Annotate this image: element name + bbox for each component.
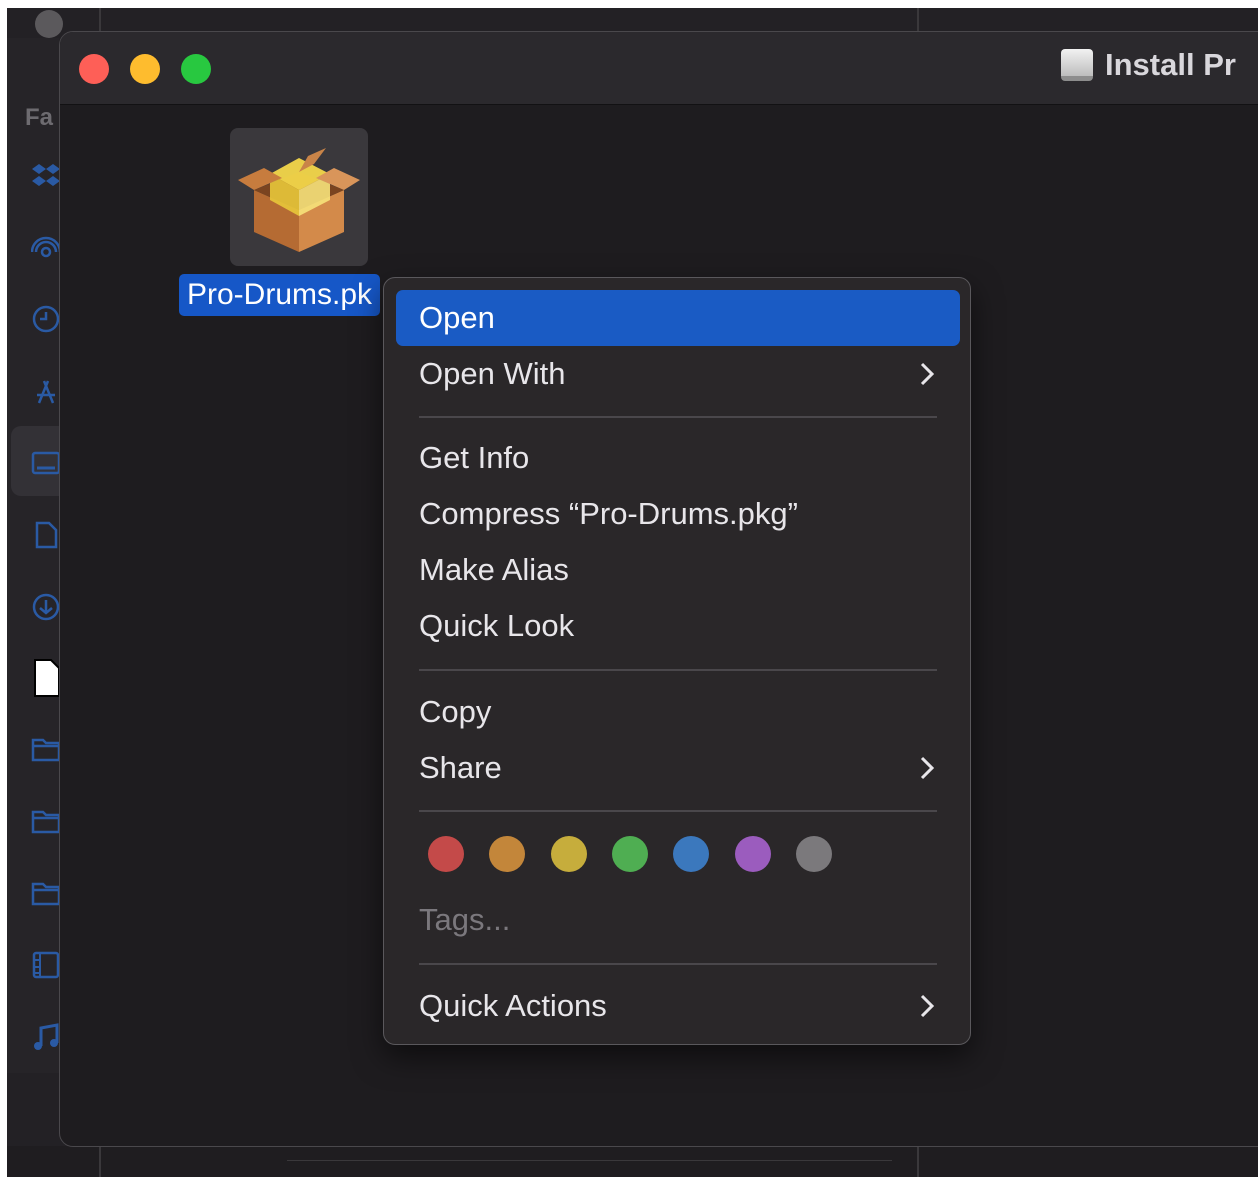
tag-red-button[interactable] [428,836,464,872]
title-bar[interactable]: Install Pr [60,32,1258,105]
menu-item-label: Compress “Pro-Drums.pkg” [419,496,798,531]
context-menu: Open Open With Get Info Compress “Pro-Dr… [383,277,971,1045]
menu-item-compress[interactable]: Compress “Pro-Drums.pkg” [396,486,960,542]
divider [99,1146,101,1177]
menu-item-label: Get Info [419,440,530,475]
downloads-icon[interactable] [31,592,61,622]
folder-icon[interactable] [31,734,61,764]
window-title: Install Pr [1061,47,1236,83]
menu-item-open[interactable]: Open [396,290,960,346]
menu-separator [419,669,937,671]
applications-icon[interactable] [31,376,61,406]
divider [287,1160,892,1161]
desktop-icon[interactable] [31,448,61,478]
menu-item-label: Copy [419,694,492,729]
menu-item-label: Quick Look [419,608,575,643]
movies-icon[interactable] [31,950,61,980]
chevron-right-icon [918,740,936,815]
menu-item-quick-look[interactable]: Quick Look [396,598,960,654]
tag-orange-button[interactable] [489,836,525,872]
recents-icon[interactable] [31,304,61,334]
documents-icon[interactable] [31,520,61,550]
menu-item-quick-actions[interactable]: Quick Actions [396,978,960,1034]
tag-purple-button[interactable] [735,836,771,872]
background-window-footer [7,1146,1258,1177]
tag-green-button[interactable] [612,836,648,872]
folder-icon[interactable] [31,878,61,908]
menu-item-label: Open With [419,356,566,391]
menu-item-tags[interactable]: Tags... [419,892,510,948]
package-file-icon[interactable] [230,128,368,266]
menu-item-label: Open [419,300,495,335]
background-window-button[interactable] [35,10,63,38]
menu-item-copy[interactable]: Copy [396,684,960,740]
menu-item-label: Quick Actions [419,988,607,1023]
zoom-button[interactable] [181,54,211,84]
close-button[interactable] [79,54,109,84]
divider [917,1146,919,1177]
file-icon[interactable] [33,658,61,698]
menu-item-label: Share [419,750,502,785]
menu-separator [419,963,937,965]
menu-separator [419,810,937,812]
window-title-text: Install Pr [1105,47,1236,82]
disk-image-icon [1061,49,1093,81]
music-icon[interactable] [31,1022,61,1052]
menu-item-label: Make Alias [419,552,569,587]
folder-icon[interactable] [31,806,61,836]
tag-gray-button[interactable] [796,836,832,872]
menu-separator [419,416,937,418]
sidebar-section-title: Fa [25,104,54,131]
menu-item-get-info[interactable]: Get Info [396,430,960,486]
file-name-label[interactable]: Pro-Drums.pk [179,274,381,316]
screen: Fa Install Pr Pro-Drums.pk Open Open Wit… [7,8,1258,1177]
menu-item-share[interactable]: Share [396,740,960,796]
background-sidebar [7,38,59,1073]
dropbox-icon[interactable] [31,160,61,190]
chevron-right-icon [918,346,936,421]
menu-item-open-with[interactable]: Open With [396,346,960,402]
minimize-button[interactable] [130,54,160,84]
menu-item-make-alias[interactable]: Make Alias [396,542,960,598]
tag-blue-button[interactable] [673,836,709,872]
chevron-right-icon [918,978,936,1053]
airdrop-icon[interactable] [30,230,62,260]
package-icon [238,148,360,252]
tag-yellow-button[interactable] [551,836,587,872]
